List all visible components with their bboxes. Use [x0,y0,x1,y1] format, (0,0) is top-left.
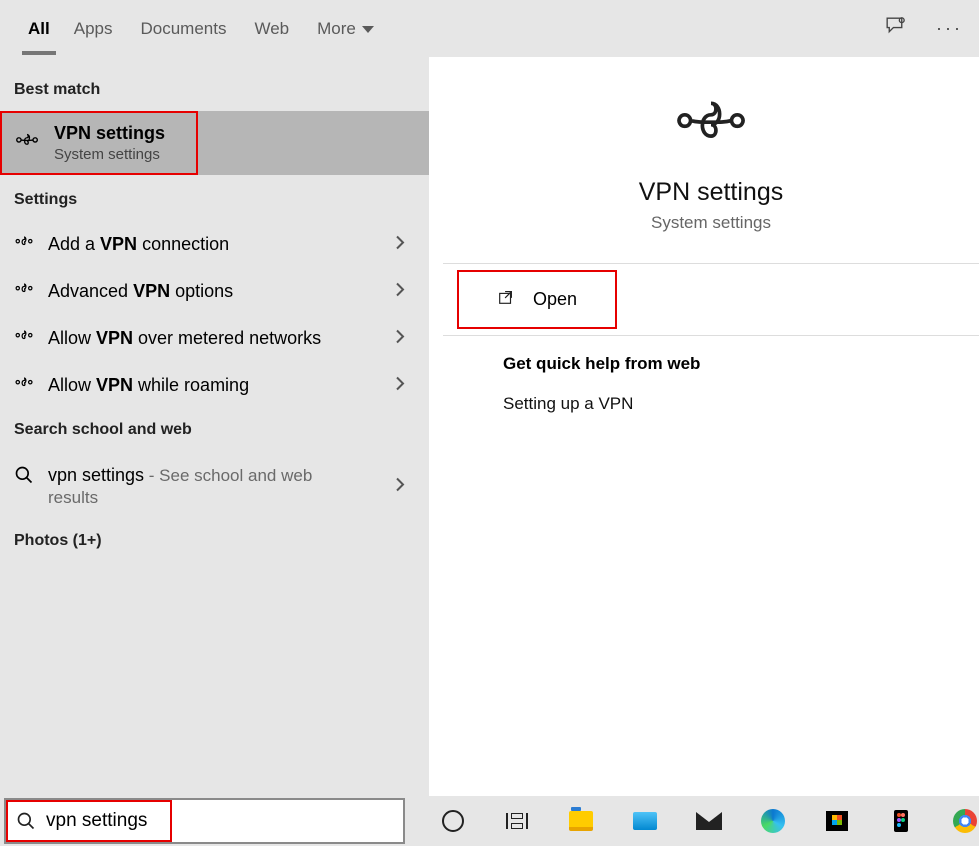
search-tabs: All Apps Documents Web More ··· [0,0,979,57]
tab-more[interactable]: More [303,3,388,55]
settings-result-vpn-roaming[interactable]: Allow VPN while roaming [0,362,429,409]
result-label: Allow VPN over metered networks [48,328,321,349]
chevron-right-icon [395,234,405,255]
tab-apps[interactable]: Apps [60,3,127,55]
divider [443,263,979,264]
search-input[interactable] [46,810,403,832]
results-panel: Best match VPN settings System settings … [0,57,429,796]
open-icon [497,288,515,311]
chrome-icon[interactable] [951,807,979,835]
chevron-down-icon [362,18,374,38]
chevron-right-icon [395,476,405,497]
tab-all[interactable]: All [18,3,60,55]
vpn-icon [14,232,34,257]
vpn-icon [14,373,34,398]
preview-title: VPN settings [483,178,939,207]
settings-result-vpn-metered[interactable]: Allow VPN over metered networks [0,315,429,362]
result-label: Advanced VPN options [48,281,233,302]
chevron-right-icon [395,375,405,396]
taskbar-search-box[interactable] [4,798,405,844]
tab-web[interactable]: Web [240,3,303,55]
on-screen-keyboard-icon[interactable] [631,807,659,835]
mail-icon[interactable] [695,807,723,835]
vpn-icon [14,326,34,351]
section-photos: Photos (1+) [0,522,429,562]
open-button[interactable]: Open [463,274,611,325]
preview-subtitle: System settings [483,213,939,233]
file-explorer-icon[interactable] [567,807,595,835]
vpn-icon [14,128,40,159]
search-icon [14,465,34,490]
search-icon [6,811,46,831]
settings-result-advanced-vpn[interactable]: Advanced VPN options [0,268,429,315]
chevron-right-icon [395,328,405,349]
feedback-icon[interactable] [883,14,908,44]
section-best-match: Best match [0,77,429,111]
task-view-icon[interactable] [503,807,531,835]
result-label: vpn settings - See school and webresults [48,465,415,508]
taskbar [0,796,979,846]
vpn-large-icon [670,136,752,153]
open-label: Open [533,289,577,310]
preview-panel: VPN settings System settings Open Get qu… [443,57,979,796]
tab-more-label: More [317,19,356,38]
cortana-icon[interactable] [439,807,467,835]
figma-icon[interactable] [887,807,915,835]
quick-help-link[interactable]: Setting up a VPN [443,380,979,414]
section-settings: Settings [0,175,429,221]
microsoft-store-icon[interactable] [823,807,851,835]
chevron-right-icon [395,281,405,302]
settings-result-add-vpn[interactable]: Add a VPN connection [0,221,429,268]
best-match-title: VPN settings [54,123,165,144]
result-label: Add a VPN connection [48,234,229,255]
best-match-subtitle: System settings [54,146,165,163]
web-search-result[interactable]: vpn settings - See school and webresults [0,451,429,522]
best-match-result[interactable]: VPN settings System settings [0,111,429,175]
section-school-web: Search school and web [0,409,429,451]
vpn-icon [14,279,34,304]
quick-help-header: Get quick help from web [443,336,979,380]
tab-documents[interactable]: Documents [126,3,240,55]
result-label: Allow VPN while roaming [48,375,249,396]
more-options-icon[interactable]: ··· [936,18,963,39]
edge-browser-icon[interactable] [759,807,787,835]
